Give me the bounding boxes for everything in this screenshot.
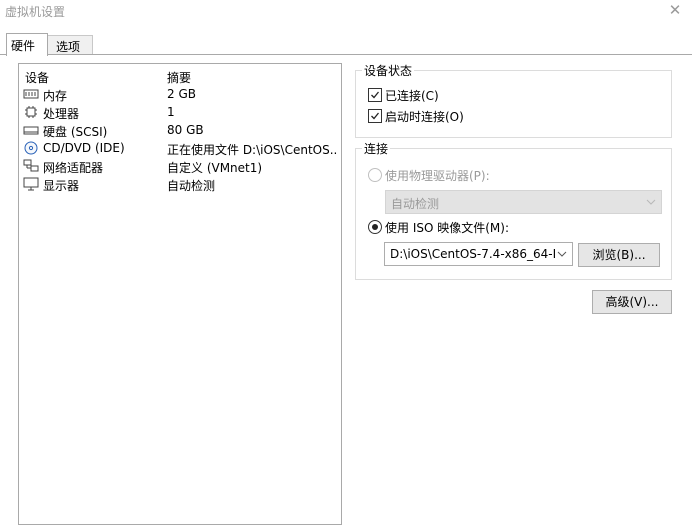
connection-legend: 连接: [364, 142, 389, 156]
device-name: 显示器: [43, 179, 80, 193]
device-name: 处理器: [43, 107, 80, 121]
device-name: CD/DVD (IDE): [43, 141, 125, 155]
device-list[interactable]: 设备 摘要 内存 2 GB 处理器 1 硬盘 (SCSI) 80 GB CD/D…: [18, 63, 342, 525]
device-list-header: 设备 摘要: [19, 68, 339, 86]
advanced-button[interactable]: 高级(V)...: [592, 290, 672, 314]
device-summary: 80 GB: [167, 123, 204, 137]
tab-hardware-label: 硬件: [11, 39, 36, 53]
iso-image-radio[interactable]: [368, 220, 382, 234]
physical-drive-radio[interactable]: [368, 168, 382, 182]
display-icon: [23, 177, 39, 191]
memory-icon: [23, 89, 39, 99]
device-row-memory[interactable]: 内存 2 GB: [19, 86, 339, 104]
device-summary: 2 GB: [167, 87, 196, 101]
cd-dvd-icon: [24, 141, 38, 155]
device-name: 内存: [43, 89, 68, 103]
close-icon[interactable]: ✕: [666, 1, 684, 19]
device-row-network-adapter[interactable]: 网络适配器 自定义 (VMnet1): [19, 158, 339, 176]
tab-options-label: 选项: [56, 40, 81, 54]
iso-image-label[interactable]: 使用 ISO 映像文件(M):: [385, 219, 509, 236]
device-row-processor[interactable]: 处理器 1: [19, 104, 339, 122]
device-row-cd-dvd[interactable]: CD/DVD (IDE) 正在使用文件 D:\iOS\CentOS...: [19, 140, 339, 158]
device-name: 网络适配器: [43, 161, 104, 175]
checkmark-icon: [371, 91, 380, 99]
device-summary: 正在使用文件 D:\iOS\CentOS...: [167, 143, 337, 157]
tab-options[interactable]: 选项: [47, 35, 93, 55]
device-summary: 自动检测: [167, 179, 216, 193]
device-summary: 自定义 (VMnet1): [167, 161, 263, 175]
cpu-icon: [25, 106, 37, 118]
physical-drive-label[interactable]: 使用物理驱动器(P):: [385, 167, 490, 184]
window-title: 虚拟机设置: [5, 5, 66, 19]
connected-label[interactable]: 已连接(C): [385, 87, 439, 104]
chevron-down-icon: [557, 251, 567, 257]
network-adapter-icon: [23, 159, 39, 172]
column-header-device[interactable]: 设备: [25, 69, 49, 86]
physical-drive-select-value: 自动检测: [391, 197, 440, 211]
column-header-summary[interactable]: 摘要: [167, 69, 337, 86]
device-row-display[interactable]: 显示器 自动检测: [19, 176, 339, 194]
chevron-down-icon: [646, 199, 656, 205]
iso-path-combobox[interactable]: D:\iOS\CentOS-7.4-x86_64-DV: [384, 242, 573, 266]
hard-disk-icon: [23, 126, 39, 135]
title-bar: 虚拟机设置 ✕: [0, 0, 692, 22]
checkmark-icon: [371, 112, 380, 120]
device-row-hard-disk[interactable]: 硬盘 (SCSI) 80 GB: [19, 122, 339, 140]
browse-button[interactable]: 浏览(B)...: [578, 243, 660, 267]
connect-at-power-on-label[interactable]: 启动时连接(O): [385, 108, 464, 125]
physical-drive-select[interactable]: 自动检测: [385, 190, 662, 214]
device-name: 硬盘 (SCSI): [43, 125, 108, 139]
connected-checkbox[interactable]: [368, 88, 382, 102]
tab-hardware[interactable]: 硬件: [6, 33, 48, 56]
device-summary: 1: [167, 105, 175, 119]
connect-at-power-on-checkbox[interactable]: [368, 109, 382, 123]
device-status-legend: 设备状态: [364, 64, 413, 78]
iso-path-value: D:\iOS\CentOS-7.4-x86_64-DV: [390, 247, 555, 261]
